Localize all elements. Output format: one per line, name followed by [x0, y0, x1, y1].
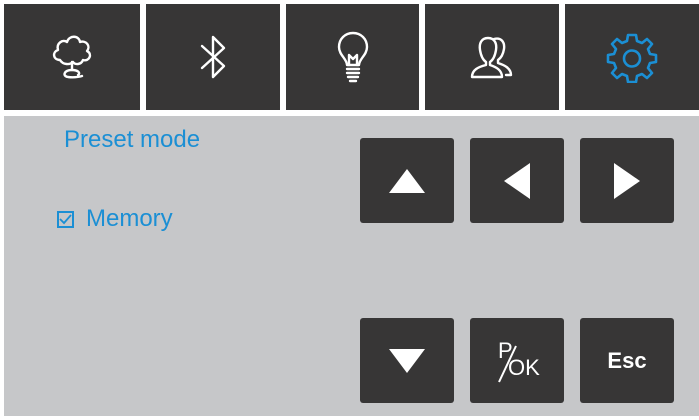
arrow-up-icon — [389, 168, 425, 193]
esc-label: Esc — [607, 347, 647, 373]
tab-light[interactable] — [286, 4, 419, 110]
tab-users[interactable] — [425, 4, 559, 110]
tab-tree[interactable] — [4, 4, 140, 110]
arrow-right-icon — [614, 162, 640, 199]
memory-checkbox[interactable]: Memory — [57, 205, 173, 233]
lightbulb-icon — [337, 31, 368, 83]
device-screen: Preset mode Memory P OK Esc — [0, 0, 699, 420]
settings-panel: Preset mode Memory P OK Esc — [4, 116, 699, 416]
right-button[interactable] — [580, 138, 674, 223]
page-title: Preset mode — [64, 126, 201, 153]
p-ok-label: P OK — [494, 338, 540, 384]
tab-bluetooth[interactable] — [146, 4, 280, 110]
p-ok-button[interactable]: P OK — [470, 318, 564, 403]
memory-label: Memory — [86, 205, 173, 232]
p-ok-bottom: OK — [508, 354, 540, 380]
arrow-down-icon — [389, 348, 425, 373]
bluetooth-icon — [200, 35, 226, 79]
checkmark-icon — [59, 213, 72, 224]
users-icon — [470, 36, 513, 79]
down-button[interactable] — [360, 318, 454, 403]
left-button[interactable] — [470, 138, 564, 223]
gear-icon — [606, 33, 658, 83]
checkbox-box[interactable] — [57, 210, 74, 228]
arrow-left-icon — [504, 162, 530, 199]
up-button[interactable] — [360, 138, 454, 223]
tree-icon — [52, 35, 92, 79]
esc-button[interactable]: Esc — [580, 318, 674, 403]
tab-settings[interactable] — [565, 4, 699, 110]
